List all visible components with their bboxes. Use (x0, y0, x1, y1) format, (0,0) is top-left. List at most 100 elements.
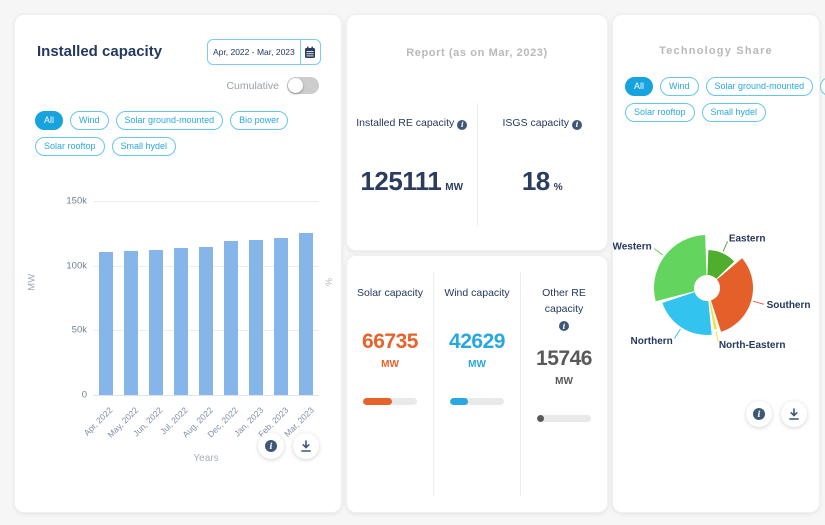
bar-slot (93, 201, 118, 395)
pie-leader-line (653, 248, 664, 256)
toggle-knob (288, 78, 303, 93)
capacity-value: 42629 (449, 330, 505, 353)
technology-share-filter-chips: All Wind Solar ground-mounted Bio power Sola… (625, 77, 825, 122)
pie-label-northern: Northern (631, 336, 673, 347)
pie-label-eastern: Eastern (729, 234, 766, 245)
installed-capacity-panel: Installed capacity Apr, 2022 - Mar, 2023… (14, 14, 342, 513)
pie-label-southern: Southern (767, 300, 811, 311)
info-icon[interactable]: i (572, 119, 583, 130)
capacity-other-re-capacity: Other RE capacity i 15746 MW (521, 272, 607, 496)
technology-filter-chips: All Wind Solar ground-mounted Bio power Sola… (35, 111, 327, 156)
filter-chip-bio-power[interactable]: Bio power (820, 77, 825, 96)
bar-slot (168, 201, 193, 395)
pie-action-buttons: i (746, 401, 807, 427)
bar-aug-2022[interactable] (198, 246, 213, 395)
filter-chip-solar-ground-mounted[interactable]: Solar ground-mounted (115, 111, 224, 130)
metric-value-row: 18% (522, 166, 563, 197)
filter-chip-solar-rooftop[interactable]: Solar rooftop (625, 103, 695, 122)
technology-share-panel: Technology Share All Wind Solar ground-mou… (612, 14, 825, 513)
page-title: Installed capacity (37, 43, 163, 60)
bars-container (93, 201, 319, 395)
bar-slot (118, 201, 143, 395)
y-tick-label: 100k (66, 260, 87, 272)
info-button[interactable]: i (258, 433, 284, 459)
y-tick-label: 50k (71, 324, 87, 336)
info-button[interactable]: i (746, 401, 772, 427)
bar-jul-2022[interactable] (173, 248, 188, 395)
info-icon[interactable]: i (559, 321, 569, 331)
bar-mar-2023[interactable] (299, 233, 314, 395)
bar-slot (294, 201, 319, 395)
y-axis-label: MW (26, 273, 37, 291)
capacity-value: 66735 (362, 330, 418, 353)
capacity-unit: MW (468, 359, 486, 370)
report-title: Report (as on Mar, 2023) (406, 47, 548, 59)
capacity-breakdown-panel: Solar capacity 66735 MW Wind capacity 42629 M… (346, 255, 608, 513)
pie-leader-line (753, 300, 764, 305)
info-icon: i (753, 408, 765, 420)
metric-installed-re-capacity: Installed RE capacity i 125111 MW (347, 103, 478, 226)
metric-unit: MW (445, 181, 464, 193)
filter-chip-wind[interactable]: Wind (660, 77, 699, 96)
report-metrics: Installed RE capacity i 125111 MW ISGS capac… (347, 103, 607, 226)
pie-leader-line (722, 241, 729, 252)
filter-chip-all[interactable]: All (625, 77, 654, 96)
capacity-progress-track (537, 415, 591, 423)
filter-chip-wind[interactable]: Wind (70, 111, 109, 130)
download-button[interactable] (781, 401, 807, 427)
metric-label: ISGS capacity i (502, 117, 583, 130)
bar-chart-y-axis: 150k 100k 50k 0 (43, 196, 87, 401)
bar-slot (193, 201, 218, 395)
region-share-donut-chart: Eastern Southern North-Eastern Northern West… (613, 234, 811, 351)
metric-value: 18 (521, 165, 550, 196)
bar-jan-2023[interactable] (249, 239, 264, 395)
filter-chip-bio-power[interactable]: Bio power (230, 111, 289, 130)
capacity-wind-capacity: Wind capacity 42629 MW (434, 272, 521, 496)
capacity-progress-fill (363, 398, 392, 405)
info-icon[interactable]: i (457, 119, 468, 130)
bar-dec-2022[interactable] (224, 241, 239, 395)
filter-chip-solar-rooftop[interactable]: Solar rooftop (35, 137, 105, 156)
metric-isgs-capacity: ISGS capacity i 18% (478, 103, 608, 226)
y-tick-label: 0 (81, 389, 87, 401)
date-range-picker[interactable]: Apr, 2022 - Mar, 2023 (207, 39, 321, 65)
chart-action-buttons: i (258, 433, 319, 459)
technology-share-title: Technology Share (659, 45, 773, 57)
metric-label: Installed RE capacity i (356, 117, 468, 130)
cumulative-toggle[interactable] (287, 77, 319, 94)
pie-label-north-eastern: North-Eastern (719, 340, 786, 351)
capacity-progress-track (363, 398, 417, 405)
report-panel: Report (as on Mar, 2023) Installed RE ca… (346, 14, 608, 251)
capacity-unit: MW (555, 376, 573, 388)
metric-value-row: 125111 MW (360, 166, 463, 197)
capacity-value: 15746 (536, 347, 592, 371)
cumulative-toggle-row: Cumulative (226, 77, 319, 94)
capacity-unit: MW (381, 359, 399, 370)
bar-feb-2023[interactable] (274, 238, 289, 395)
download-button[interactable] (293, 433, 319, 459)
date-range-value: Apr, 2022 - Mar, 2023 (213, 47, 295, 57)
filter-chip-solar-ground-mounted[interactable]: Solar ground-mounted (705, 77, 814, 96)
bar-apr-2022[interactable] (98, 252, 113, 395)
secondary-y-axis-label: % (323, 277, 334, 287)
filter-chip-all[interactable]: All (35, 111, 64, 130)
metric-unit: % (553, 181, 563, 193)
bar-jun-2022[interactable] (148, 249, 163, 395)
download-icon (301, 439, 311, 452)
filter-chip-small-hydel[interactable]: Small hydel (701, 103, 767, 122)
bar-slot (143, 201, 168, 395)
download-icon (789, 407, 799, 420)
capacity-progress-track (450, 398, 504, 405)
cumulative-label: Cumulative (226, 79, 279, 92)
pie-slice-northern[interactable] (662, 292, 712, 335)
pie-leader-line (673, 328, 681, 339)
bar-may-2022[interactable] (123, 250, 138, 395)
capacity-columns: Solar capacity 66735 MW Wind capacity 42629 M… (347, 272, 607, 496)
filter-chip-small-hydel[interactable]: Small hydel (111, 137, 177, 156)
calendar-icon[interactable] (301, 46, 320, 59)
capacity-solar-capacity: Solar capacity 66735 MW (347, 272, 434, 496)
capacity-label: Wind capacity (444, 287, 510, 299)
capacity-label: Other RE capacity i (542, 287, 586, 331)
y-tick-label: 150k (66, 195, 87, 207)
pie-slice-western[interactable] (654, 235, 707, 302)
